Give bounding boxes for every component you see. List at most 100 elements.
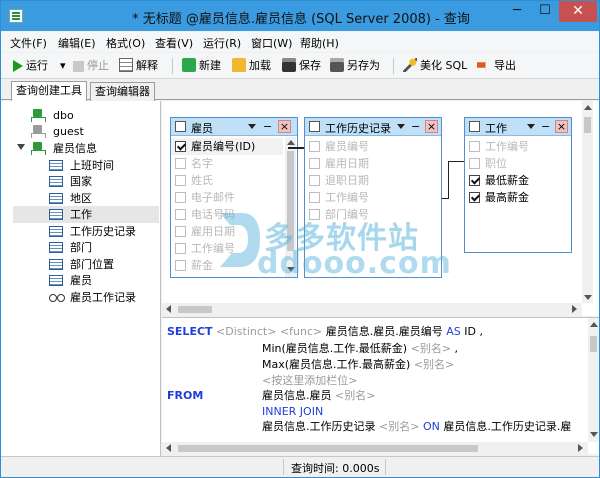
field-row[interactable]: 雇员编号: [305, 138, 441, 155]
sql-alias-placeholder[interactable]: <别名>: [414, 358, 454, 371]
field-checkbox[interactable]: [469, 192, 480, 203]
scroll-down-icon[interactable]: [590, 432, 598, 437]
field-row[interactable]: 最低薪金: [465, 172, 571, 189]
field-checkbox[interactable]: [175, 260, 186, 271]
scroll-up-icon[interactable]: [584, 105, 592, 110]
close-box-icon[interactable]: ×: [555, 120, 568, 133]
minimize-box-icon[interactable]: −: [541, 120, 550, 133]
diagram-vertical-scrollbar[interactable]: [582, 101, 593, 303]
field-checkbox[interactable]: [309, 192, 320, 203]
sql-add-column-placeholder[interactable]: <按这里添加栏位>: [262, 374, 357, 387]
table-box-header[interactable]: 雇员 − ×: [171, 118, 297, 136]
sql-alias-placeholder[interactable]: <别名>: [335, 389, 375, 402]
tree-table-item[interactable]: 雇员: [49, 272, 159, 289]
tab-query-editor[interactable]: 查询编辑器: [90, 82, 155, 101]
tree-node-guest[interactable]: guest: [31, 123, 159, 140]
field-checkbox[interactable]: [309, 175, 320, 186]
tree-view-item[interactable]: 雇员工作记录: [49, 289, 159, 306]
sql-alias-placeholder[interactable]: <别名>: [379, 420, 419, 433]
tab-query-builder[interactable]: 查询创建工具: [11, 81, 87, 101]
minimize-box-icon[interactable]: −: [411, 120, 420, 133]
sql-keyword-inner-join[interactable]: INNER JOIN: [262, 405, 323, 418]
expand-arrow-icon[interactable]: [17, 144, 25, 150]
menu-edit[interactable]: 编辑(E): [58, 35, 96, 51]
menu-file[interactable]: 文件(F): [10, 35, 47, 51]
join-line[interactable]: [448, 161, 464, 162]
field-row[interactable]: 雇用日期: [305, 155, 441, 172]
tree-table-item-selected[interactable]: 工作: [13, 206, 159, 223]
scroll-thumb[interactable]: [584, 117, 591, 133]
field-checkbox[interactable]: [175, 175, 186, 186]
scroll-down-icon[interactable]: [584, 295, 592, 300]
sql-func-placeholder[interactable]: <func>: [280, 325, 322, 338]
field-row[interactable]: 职位: [465, 155, 571, 172]
menu-format[interactable]: 格式(O): [106, 35, 145, 51]
field-row[interactable]: 电子邮件: [171, 189, 283, 206]
scroll-thumb[interactable]: [178, 306, 212, 313]
field-checkbox[interactable]: [175, 141, 186, 152]
field-row[interactable]: 姓氏: [171, 172, 283, 189]
menu-window[interactable]: 窗口(W): [251, 35, 292, 51]
run-dropdown[interactable]: ▾: [60, 57, 66, 75]
maximize-button[interactable]: ☐: [531, 1, 559, 22]
sql-table[interactable]: 雇员信息.工作历史记录: [262, 420, 376, 433]
scroll-left-icon[interactable]: [166, 305, 171, 313]
stop-button[interactable]: 停止: [73, 57, 109, 75]
scroll-up-icon[interactable]: [590, 322, 598, 327]
scroll-up-icon[interactable]: [287, 140, 295, 145]
field-checkbox[interactable]: [175, 158, 186, 169]
field-checkbox[interactable]: [469, 158, 480, 169]
close-box-icon[interactable]: ×: [425, 120, 438, 133]
run-button[interactable]: 运行: [11, 57, 48, 75]
sql-column[interactable]: Max(雇员信息.工作.最高薪金): [262, 358, 410, 371]
sql-alias[interactable]: ID ,: [464, 325, 483, 338]
sql-distinct-placeholder[interactable]: <Distinct>: [216, 325, 276, 338]
field-checkbox[interactable]: [469, 141, 480, 152]
scroll-right-icon[interactable]: [572, 305, 577, 313]
explain-button[interactable]: 解释: [119, 57, 158, 75]
field-checkbox[interactable]: [309, 141, 320, 152]
field-row[interactable]: 最高薪金: [465, 189, 571, 206]
sql-join-condition[interactable]: 雇员信息.工作历史记录.雇: [443, 420, 571, 433]
new-button[interactable]: 新建: [182, 57, 221, 75]
scroll-thumb[interactable]: [590, 336, 597, 352]
field-checkbox[interactable]: [175, 192, 186, 203]
tree-table-item[interactable]: 部门: [49, 239, 159, 256]
field-row[interactable]: 雇员编号(ID): [171, 138, 283, 155]
sql-preview-pane[interactable]: SELECT <Distinct> <func> 雇员信息.雇员.雇员编号 AS…: [162, 317, 599, 454]
field-row[interactable]: 退职日期: [305, 172, 441, 189]
dropdown-arrow-icon[interactable]: [248, 124, 256, 129]
tree-node-dbo[interactable]: dbo: [31, 107, 159, 124]
field-checkbox[interactable]: [175, 243, 186, 254]
load-button[interactable]: 加载: [232, 57, 271, 75]
table-box-header[interactable]: 工作历史记录 − ×: [305, 118, 441, 136]
field-checkbox[interactable]: [175, 209, 186, 220]
diagram-horizontal-scrollbar[interactable]: [162, 303, 582, 316]
scroll-right-icon[interactable]: [578, 444, 583, 452]
sql-column[interactable]: 雇员信息.雇员.雇员编号: [326, 325, 443, 338]
table-box-header[interactable]: 工作 − ×: [465, 118, 571, 136]
sql-vertical-scrollbar[interactable]: [588, 318, 599, 442]
beautify-sql-button[interactable]: 美化 SQL: [403, 57, 467, 75]
tree-table-item[interactable]: 地区: [49, 190, 159, 207]
table-box-job[interactable]: 工作 − × 工作编号 职位 最低薪金 最高薪金: [464, 117, 572, 253]
menu-view[interactable]: 查看(V): [155, 35, 193, 51]
tree-node-employee-info[interactable]: 雇员信息: [17, 140, 159, 157]
field-row[interactable]: 名字: [171, 155, 283, 172]
save-button[interactable]: 保存: [282, 57, 321, 75]
tree-table-item[interactable]: 上班时间: [49, 157, 159, 174]
field-row[interactable]: 工作编号: [465, 138, 571, 155]
join-line[interactable]: [288, 147, 304, 149]
field-checkbox[interactable]: [175, 226, 186, 237]
field-checkbox[interactable]: [469, 175, 480, 186]
scroll-left-icon[interactable]: [166, 444, 171, 452]
select-all-checkbox[interactable]: [309, 121, 320, 132]
minimize-button[interactable]: ─: [503, 1, 531, 22]
export-button[interactable]: 导出: [477, 57, 516, 75]
tree-table-item[interactable]: 部门位置: [49, 256, 159, 273]
tree-table-item[interactable]: 国家: [49, 173, 159, 190]
save-as-button[interactable]: 另存为: [330, 57, 380, 75]
scroll-thumb[interactable]: [178, 445, 478, 452]
close-box-icon[interactable]: ×: [278, 120, 291, 133]
dropdown-arrow-icon[interactable]: [527, 124, 535, 129]
